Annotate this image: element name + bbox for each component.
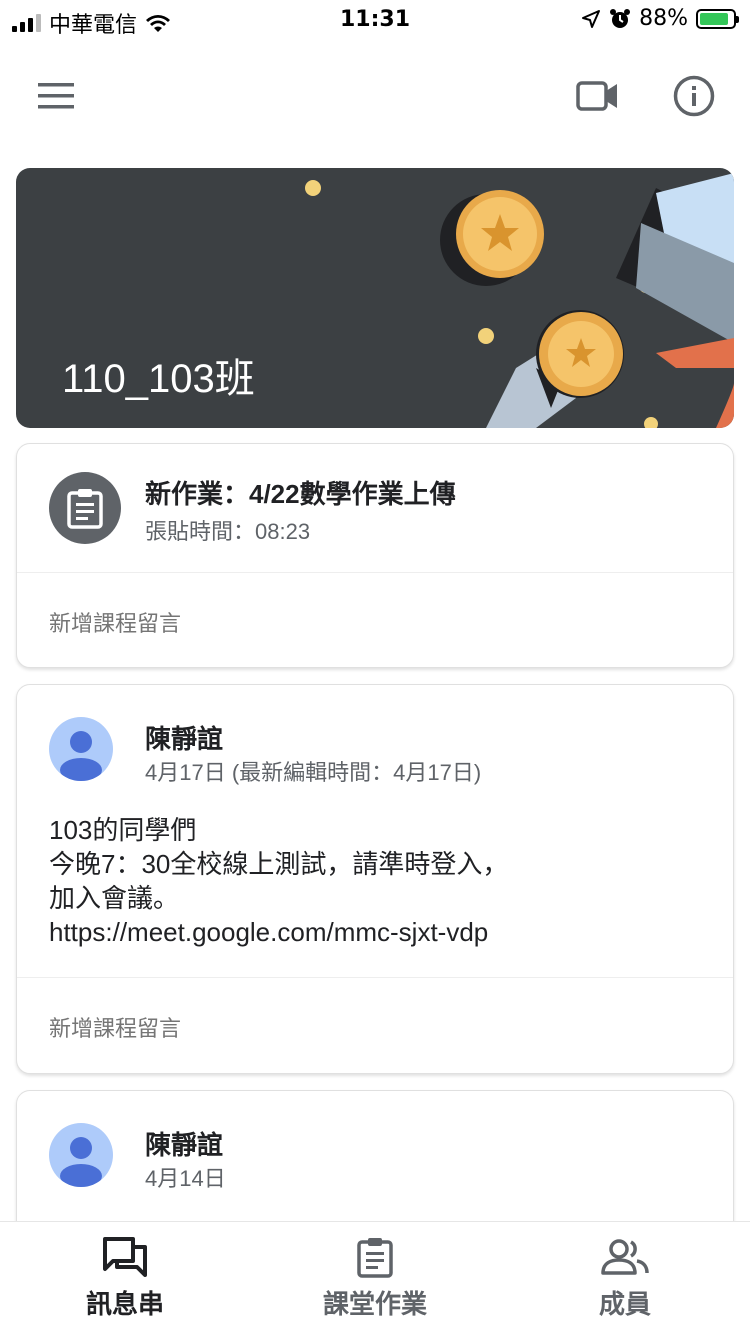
location-arrow-icon <box>582 9 601 28</box>
post-date: 4月14日 <box>145 1166 226 1191</box>
class-banner[interactable]: 110_103班 <box>16 168 734 428</box>
post-body-line: 今晚7：30全校線上測試，請準時登入， <box>49 849 509 879</box>
bottom-navigation: 訊息串 課堂作業 成員 <box>0 1221 750 1334</box>
card-divider <box>17 572 733 573</box>
hamburger-menu-icon[interactable] <box>26 66 86 126</box>
avatar <box>49 1123 113 1187</box>
status-right: 88% <box>581 6 739 31</box>
post-body: 103的同學們 今晚7：30全校線上測試，請準時登入， 加入會議。 https:… <box>49 813 508 949</box>
post-body-line: 加入會議。 <box>49 883 180 913</box>
tab-stream[interactable]: 訊息串 <box>0 1222 250 1334</box>
announcement-card[interactable]: 陳靜誼 4月17日 (最新編輯時間：4月17日) 103的同學們 今晚7：30全… <box>16 684 734 1074</box>
assignment-posted-time: 張貼時間：08:23 <box>145 519 311 544</box>
alarm-icon <box>610 8 631 28</box>
people-icon <box>601 1236 649 1278</box>
assignment-icon <box>49 472 121 544</box>
battery-icon <box>696 8 739 29</box>
post-body-line: 103的同學們 <box>49 815 197 845</box>
avatar <box>49 717 113 781</box>
assignment-card[interactable]: 新作業：4/22數學作業上傳 張貼時間：08:23 新增課程留言 <box>16 443 734 668</box>
post-author: 陳靜誼 <box>145 724 224 754</box>
tab-classwork[interactable]: 課堂作業 <box>250 1222 500 1334</box>
battery-level <box>700 12 729 25</box>
class-title: 110_103班 <box>62 357 255 401</box>
tab-people-label: 成員 <box>598 1289 651 1319</box>
info-icon[interactable] <box>664 66 724 126</box>
add-class-comment-button[interactable]: 新增課程留言 <box>49 606 181 638</box>
post-date: 4月17日 (最新編輯時間：4月17日) <box>145 760 482 785</box>
classwork-icon <box>356 1236 394 1278</box>
video-camera-icon[interactable] <box>568 66 628 126</box>
battery-percent: 88% <box>639 6 688 31</box>
tab-people[interactable]: 成員 <box>500 1222 750 1334</box>
stream-icon <box>103 1236 147 1278</box>
post-author: 陳靜誼 <box>145 1130 224 1160</box>
assignment-title[interactable]: 新作業：4/22數學作業上傳 <box>145 474 456 511</box>
post-body-link[interactable]: https://meet.google.com/mmc-sjxt-vdp <box>49 915 508 949</box>
tab-stream-label: 訊息串 <box>85 1289 164 1319</box>
app-bar <box>0 60 750 136</box>
card-divider <box>17 977 733 978</box>
add-class-comment-button[interactable]: 新增課程留言 <box>49 1011 181 1043</box>
status-bar: 中華電信 11:31 88% <box>0 0 750 44</box>
tab-classwork-label: 課堂作業 <box>322 1289 427 1319</box>
